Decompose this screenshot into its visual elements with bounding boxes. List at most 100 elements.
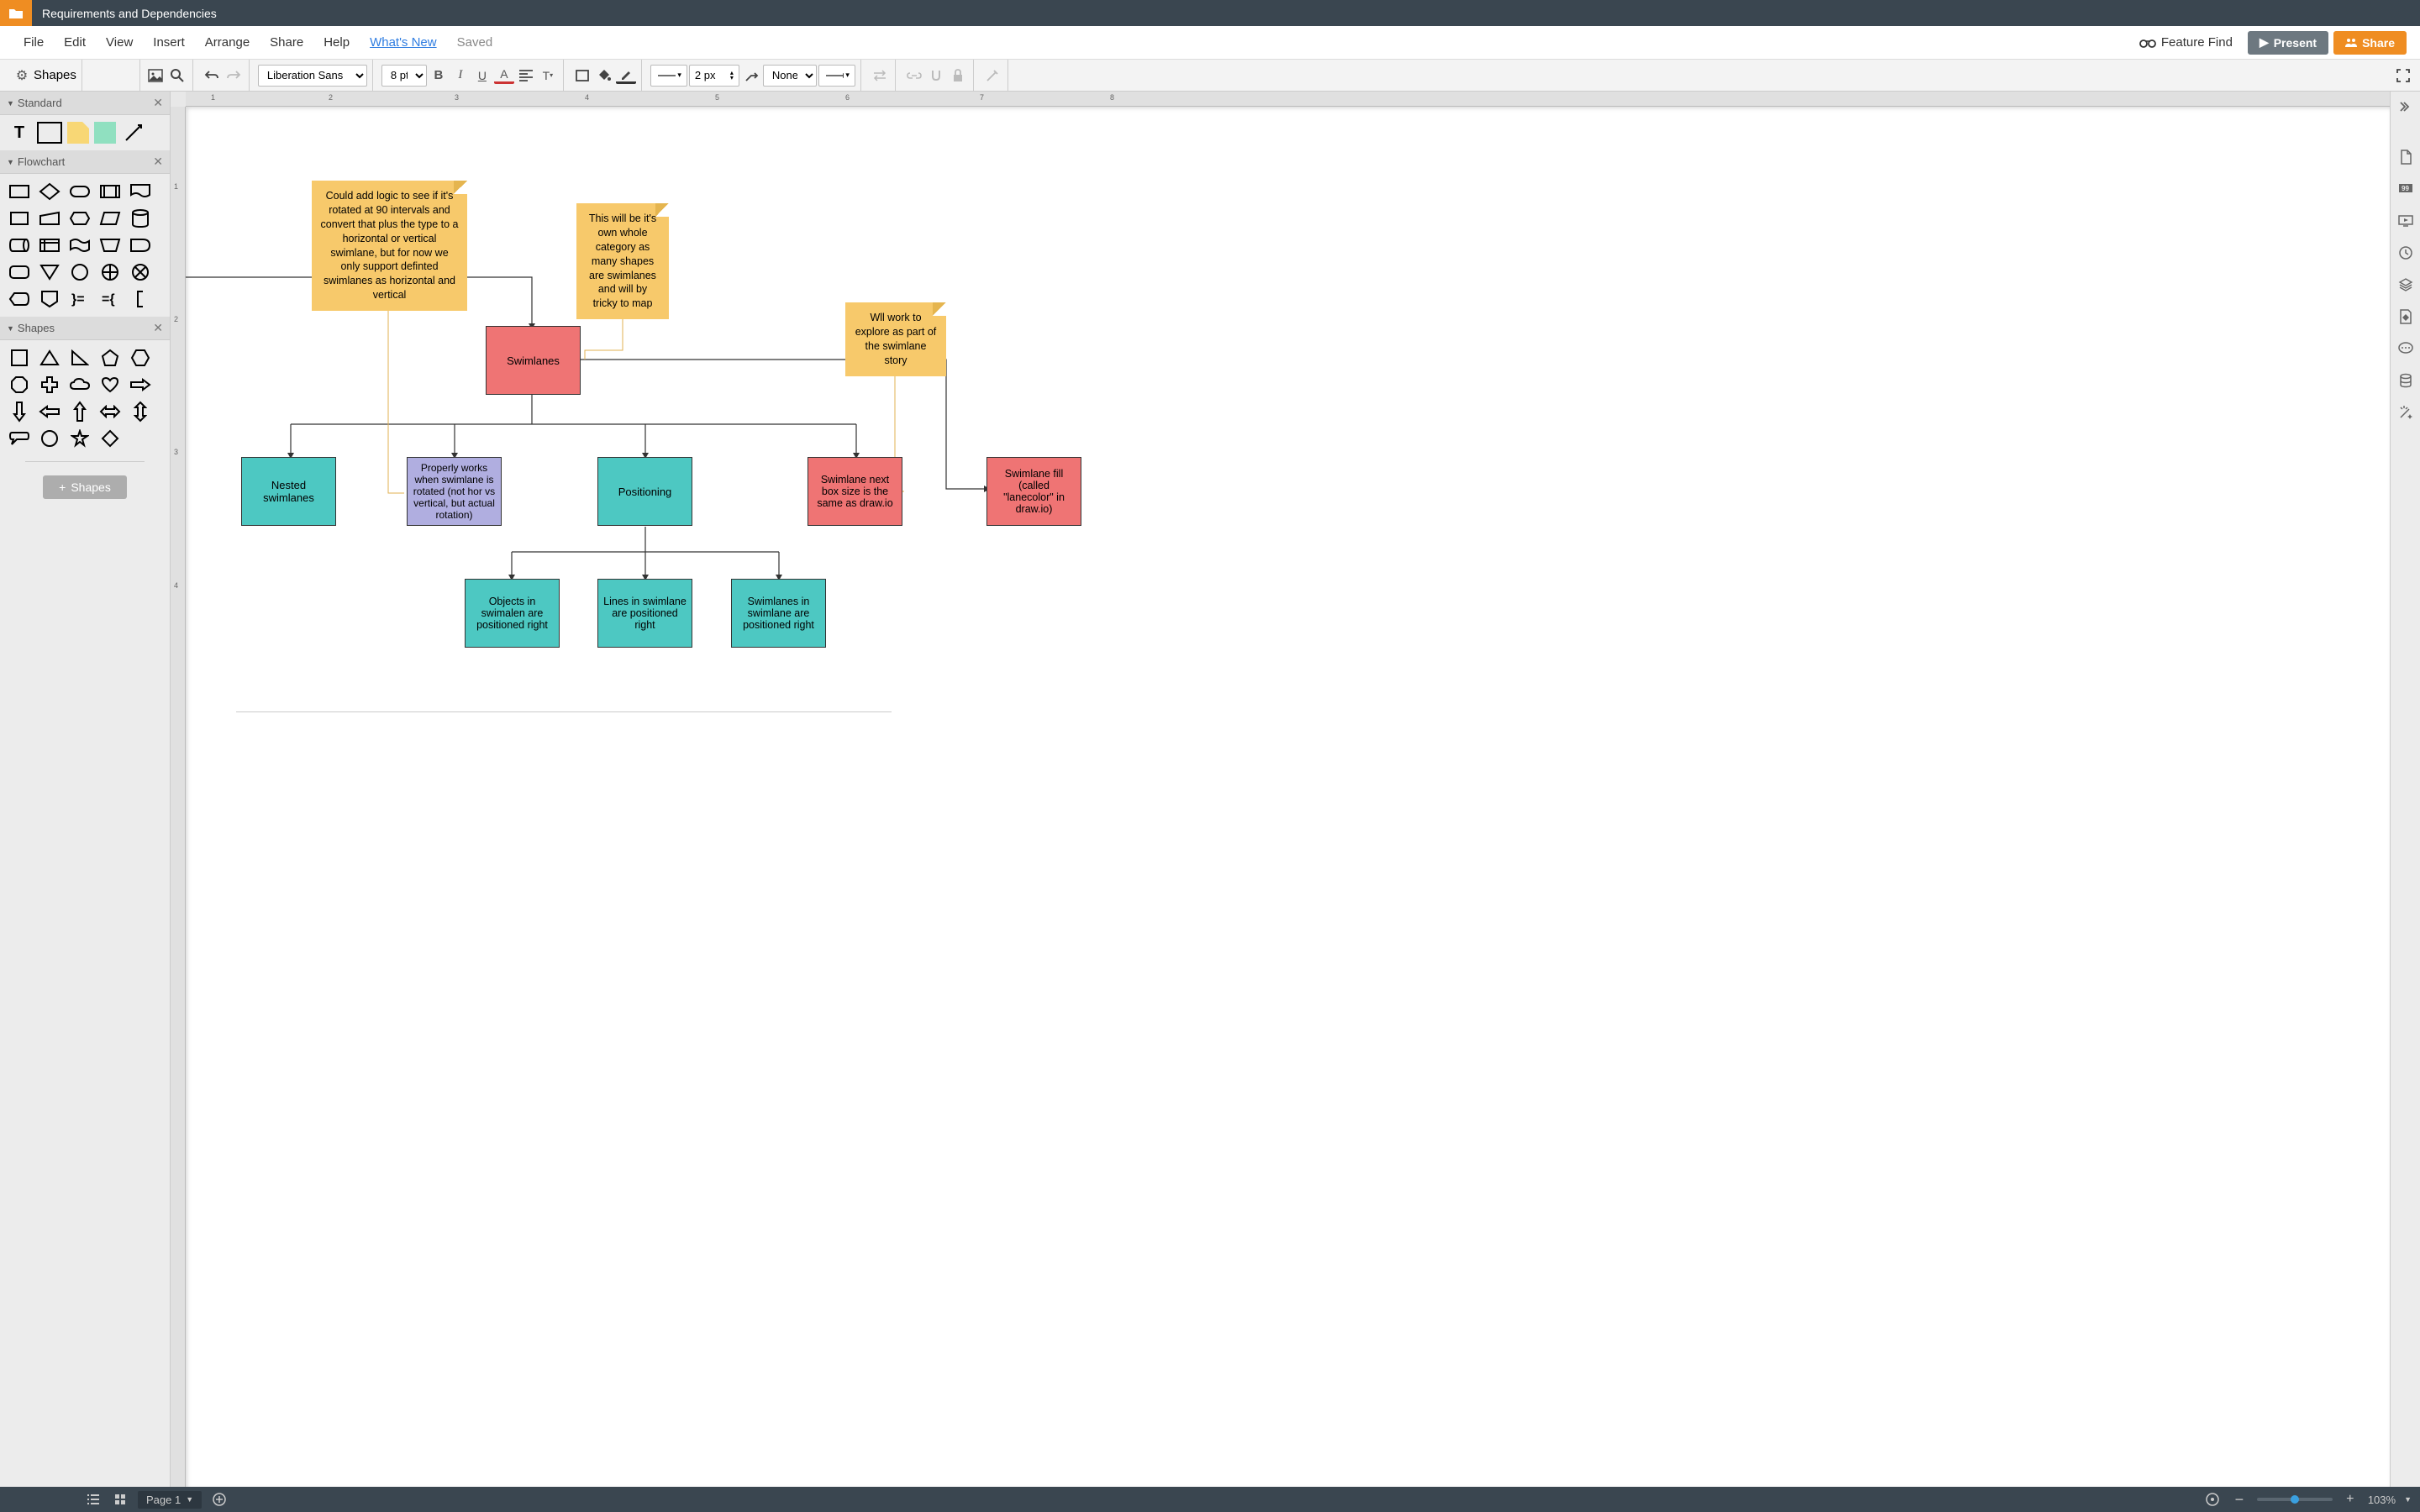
shape-manual-in[interactable] <box>37 207 62 229</box>
node-nextbox[interactable]: Swimlane next box size is the same as dr… <box>808 457 902 526</box>
wand-icon[interactable] <box>982 66 1002 86</box>
clock-icon[interactable] <box>2396 243 2416 263</box>
shape-arrow-h[interactable] <box>97 401 123 423</box>
add-shapes-button[interactable]: + Shapes <box>43 475 127 499</box>
shape-merge[interactable] <box>37 261 62 283</box>
shape-display[interactable] <box>7 288 32 310</box>
shape-block[interactable] <box>94 122 116 144</box>
document-title[interactable]: Requirements and Dependencies <box>32 7 217 20</box>
shape-terminator[interactable] <box>67 181 92 202</box>
image-icon[interactable] <box>145 66 166 86</box>
presentation-icon[interactable] <box>2396 211 2416 231</box>
data-icon[interactable] <box>2396 370 2416 391</box>
shape-decision[interactable] <box>37 181 62 202</box>
shape-note-l[interactable] <box>128 288 153 310</box>
note-logic[interactable]: Could add logic to see if it's rotated a… <box>312 181 467 311</box>
stroke-width-select[interactable]: 2 px▴▾ <box>689 65 739 87</box>
shape-arrow-l[interactable] <box>37 401 62 423</box>
shape-arrow-v[interactable] <box>128 401 153 423</box>
shape-cloud[interactable] <box>67 374 92 396</box>
comment-icon[interactable]: 99 <box>2396 179 2416 199</box>
menu-view[interactable]: View <box>96 30 143 55</box>
collapse-dock-icon[interactable] <box>2396 97 2416 117</box>
shape-brace-r[interactable]: }= <box>67 288 92 310</box>
node-lines[interactable]: Lines in swimlane are positioned right <box>597 579 692 648</box>
zoom-slider[interactable] <box>2257 1498 2333 1501</box>
shape-direct[interactable] <box>7 234 32 256</box>
shape-triangle[interactable] <box>37 347 62 369</box>
close-icon[interactable]: ✕ <box>153 96 163 110</box>
zoom-level[interactable]: 103% <box>2368 1494 2396 1506</box>
shape-database[interactable] <box>128 207 153 229</box>
shape-arrow-r[interactable] <box>128 374 153 396</box>
search-icon[interactable] <box>167 66 187 86</box>
close-icon[interactable]: ✕ <box>153 155 163 169</box>
font-select[interactable]: Liberation Sans <box>258 65 367 87</box>
align-button[interactable] <box>516 66 536 86</box>
line-end-select[interactable]: None <box>763 65 817 87</box>
shape-rectangle[interactable] <box>37 122 62 144</box>
shape-hexagon[interactable] <box>128 347 153 369</box>
fill-color-icon[interactable] <box>594 66 614 86</box>
arrow-style-select[interactable]: ▾ <box>818 65 855 87</box>
shape-paper[interactable] <box>67 234 92 256</box>
italic-button[interactable]: I <box>450 66 471 86</box>
undo-icon[interactable] <box>202 66 222 86</box>
link-icon[interactable] <box>904 66 924 86</box>
gear-icon[interactable]: ⚙ <box>12 66 32 86</box>
shape-text[interactable]: T <box>7 122 32 144</box>
line-style-select[interactable]: ▾ <box>650 65 687 87</box>
list-view-icon[interactable] <box>84 1490 103 1509</box>
menu-whats-new[interactable]: What's New <box>360 30 447 55</box>
shape-stored[interactable] <box>7 261 32 283</box>
menu-edit[interactable]: Edit <box>54 30 96 55</box>
underline-button[interactable]: U <box>472 66 492 86</box>
zoom-in-icon[interactable]: + <box>2341 1490 2360 1509</box>
border-color-icon[interactable] <box>616 67 636 84</box>
menu-file[interactable]: File <box>13 30 54 55</box>
menu-insert[interactable]: Insert <box>143 30 195 55</box>
shape-heart[interactable] <box>97 374 123 396</box>
add-page-icon[interactable] <box>210 1490 229 1509</box>
redo-icon[interactable] <box>224 66 244 86</box>
chat-icon[interactable] <box>2396 339 2416 359</box>
node-rotated[interactable]: Properly works when swimlane is rotated … <box>407 457 502 526</box>
section-flowchart[interactable]: ▼ Flowchart ✕ <box>0 150 170 174</box>
note-category[interactable]: This will be it's own whole category as … <box>576 203 669 319</box>
text-options-button[interactable]: T▾ <box>538 66 558 86</box>
shape-line[interactable] <box>121 122 146 144</box>
page-selector[interactable]: Page 1 ▼ <box>138 1491 202 1509</box>
theme-icon[interactable] <box>2396 307 2416 327</box>
canvas[interactable]: Could add logic to see if it's rotated a… <box>186 107 2390 1487</box>
shape-predef[interactable] <box>97 181 123 202</box>
shape-circle[interactable] <box>37 428 62 449</box>
shape-pentagon[interactable] <box>97 347 123 369</box>
shape-document[interactable] <box>128 181 153 202</box>
close-icon[interactable]: ✕ <box>153 321 163 335</box>
page-icon[interactable] <box>2396 147 2416 167</box>
shape-rt-tri[interactable] <box>67 347 92 369</box>
node-objects[interactable]: Objects in swimalen are positioned right <box>465 579 560 648</box>
node-swimlanes[interactable]: Swimlanes <box>486 326 581 395</box>
fullscreen-icon[interactable] <box>2393 66 2413 86</box>
shape-star[interactable] <box>67 428 92 449</box>
menu-help[interactable]: Help <box>313 30 360 55</box>
fill-shape-icon[interactable] <box>572 66 592 86</box>
magic-icon[interactable] <box>2396 402 2416 423</box>
shape-brace-l[interactable]: ={ <box>97 288 123 310</box>
magnet-icon[interactable] <box>926 66 946 86</box>
shape-cross[interactable] <box>37 374 62 396</box>
shape-callout[interactable] <box>7 428 32 449</box>
shape-connector[interactable] <box>67 261 92 283</box>
lock-icon[interactable] <box>948 66 968 86</box>
app-logo[interactable] <box>0 0 32 26</box>
bold-button[interactable]: B <box>429 66 449 86</box>
shape-manual-op[interactable] <box>97 234 123 256</box>
shape-arrow-d[interactable] <box>7 401 32 423</box>
shape-internal[interactable] <box>37 234 62 256</box>
section-standard[interactable]: ▼ Standard ✕ <box>0 92 170 115</box>
node-fill[interactable]: Swimlane fill (called "lanecolor" in dra… <box>986 457 1081 526</box>
shape-octagon[interactable] <box>7 374 32 396</box>
note-explore[interactable]: Wll work to explore as part of the swiml… <box>845 302 946 376</box>
shape-square[interactable] <box>7 347 32 369</box>
